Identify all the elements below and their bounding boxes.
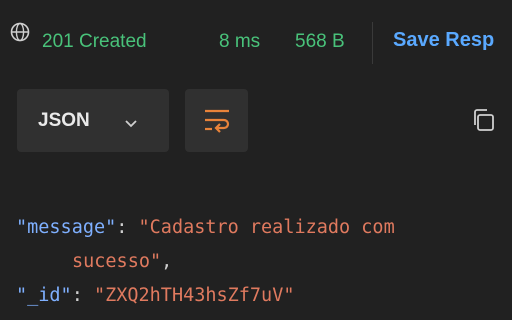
json-colon: :	[71, 285, 94, 306]
status-code: 201 Created	[42, 31, 147, 52]
json-value: "Cadastro realizado com	[138, 217, 395, 238]
copy-icon[interactable]	[470, 107, 496, 133]
json-line: sucesso",	[72, 247, 172, 277]
json-line: "message": "Cadastro realizado com	[16, 213, 395, 243]
wrap-lines-icon	[205, 109, 230, 133]
format-label: JSON	[38, 110, 90, 131]
json-key: "_id"	[16, 285, 72, 306]
wrap-lines-button[interactable]	[185, 89, 248, 152]
chevron-down-icon	[124, 116, 138, 128]
status-divider	[372, 22, 373, 64]
globe-icon[interactable]	[10, 22, 30, 42]
json-line: "_id": "ZXQ2hTH43hsZf7uV"	[16, 281, 294, 311]
format-dropdown[interactable]: JSON	[17, 89, 169, 152]
json-colon: :	[116, 217, 139, 238]
json-value: sucesso"	[72, 251, 162, 272]
json-comma: ,	[161, 251, 173, 272]
save-response-button[interactable]: Save Resp	[393, 29, 494, 52]
response-size: 568 B	[295, 31, 345, 52]
response-time: 8 ms	[219, 31, 261, 52]
json-value: "ZXQ2hTH43hsZf7uV"	[93, 285, 295, 306]
json-key: "message"	[16, 217, 117, 238]
